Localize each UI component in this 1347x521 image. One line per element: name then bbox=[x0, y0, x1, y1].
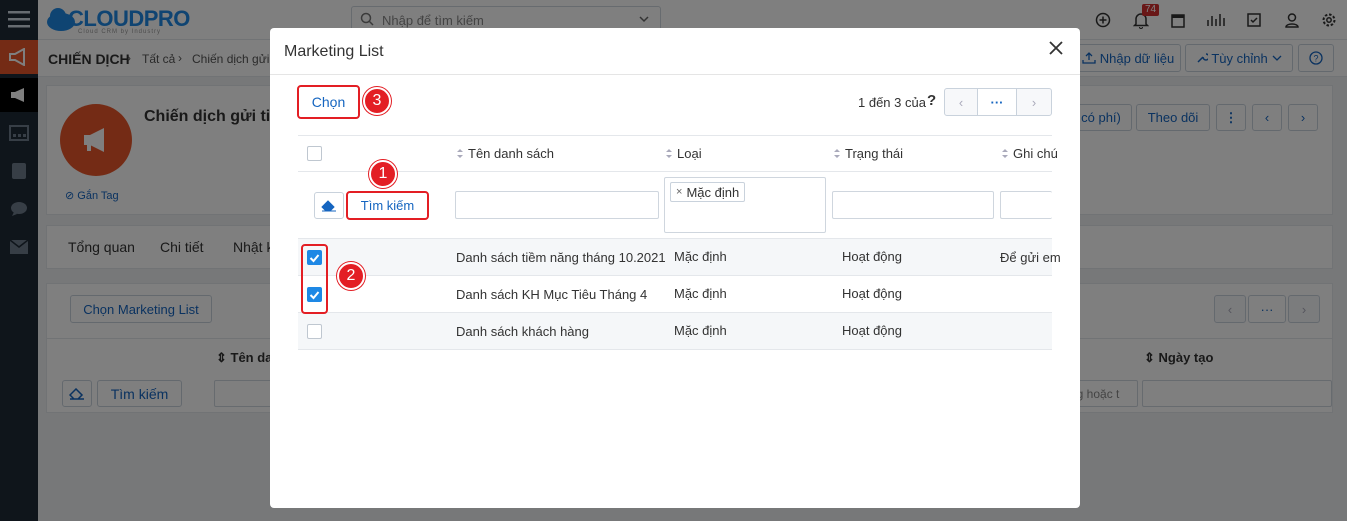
eraser-icon[interactable] bbox=[314, 192, 344, 219]
sort-icon bbox=[834, 149, 840, 158]
modal-title: Marketing List bbox=[284, 43, 384, 60]
modal-prev-page-button[interactable]: ‹ bbox=[944, 88, 978, 116]
table-row[interactable]: Danh sách khách hàng Mặc định Hoạt động bbox=[298, 313, 1052, 350]
row-status: Hoạt động bbox=[842, 249, 902, 264]
column-status[interactable]: Trạng thái bbox=[833, 146, 903, 161]
row-list-name: Danh sách tiềm năng tháng 10.2021 bbox=[456, 250, 666, 265]
sort-icon bbox=[666, 149, 672, 158]
modal-more-pages-button[interactable]: ··· bbox=[977, 88, 1017, 116]
annotation-badge-2: 2 bbox=[337, 262, 365, 290]
row-type: Mặc định bbox=[674, 286, 727, 301]
annotation-badge-3: 3 bbox=[363, 87, 391, 115]
type-filter-tag[interactable]: × Mặc định bbox=[670, 182, 746, 202]
column-type[interactable]: Loại bbox=[665, 146, 702, 161]
table-top-border bbox=[298, 135, 1052, 136]
column-status-label: Trạng thái bbox=[845, 146, 904, 161]
row-list-name: Danh sách KH Mục Tiêu Tháng 4 bbox=[456, 287, 648, 302]
row-status: Hoạt động bbox=[842, 323, 902, 338]
column-note[interactable]: Ghi chú bbox=[1001, 146, 1058, 161]
table-row[interactable]: Danh sách KH Mục Tiêu Tháng 4 Mặc định H… bbox=[298, 276, 1052, 313]
column-type-label: Loại bbox=[677, 146, 702, 161]
row-status: Hoạt động bbox=[842, 286, 902, 301]
row-note: Để gửi em bbox=[1000, 250, 1061, 265]
close-icon[interactable] bbox=[1049, 41, 1063, 58]
row-type: Mặc định bbox=[674, 249, 727, 264]
column-list-name-label: Tên danh sách bbox=[468, 146, 555, 161]
row-checkbox[interactable] bbox=[307, 324, 322, 339]
modal-next-page-button[interactable]: › bbox=[1016, 88, 1052, 116]
marketing-list-modal: Marketing List Chọn 3 1 đến 3 của ? ‹ ··… bbox=[270, 28, 1080, 508]
help-icon[interactable]: ? bbox=[927, 92, 936, 109]
annotation-badge-1: 1 bbox=[369, 160, 397, 188]
table-row[interactable]: Danh sách tiềm năng tháng 10.2021 Mặc đị… bbox=[298, 239, 1061, 276]
type-filter-tag-label: Mặc định bbox=[686, 184, 740, 200]
type-filter-multiselect[interactable]: × Mặc định bbox=[664, 177, 826, 233]
remove-tag-icon[interactable]: × bbox=[676, 186, 682, 198]
modal-header: Marketing List bbox=[270, 28, 1080, 75]
row-list-name: Danh sách khách hàng bbox=[456, 324, 589, 339]
header-divider bbox=[298, 171, 1052, 172]
column-note-label: Ghi chú bbox=[1013, 146, 1058, 161]
note-filter-input[interactable] bbox=[1000, 191, 1052, 219]
sort-icon bbox=[1002, 149, 1008, 158]
status-filter-input[interactable] bbox=[832, 191, 994, 219]
sort-icon bbox=[457, 149, 463, 158]
pagination-text: 1 đến 3 của bbox=[858, 95, 926, 110]
column-list-name[interactable]: Tên danh sách bbox=[456, 146, 554, 161]
select-all-checkbox[interactable] bbox=[307, 146, 322, 161]
annotation-box-2 bbox=[301, 244, 328, 314]
modal-search-button[interactable]: Tìm kiếm bbox=[349, 194, 426, 217]
choose-button[interactable]: Chọn bbox=[300, 88, 357, 116]
row-type: Mặc định bbox=[674, 323, 727, 338]
list-name-filter-input[interactable] bbox=[455, 191, 659, 219]
